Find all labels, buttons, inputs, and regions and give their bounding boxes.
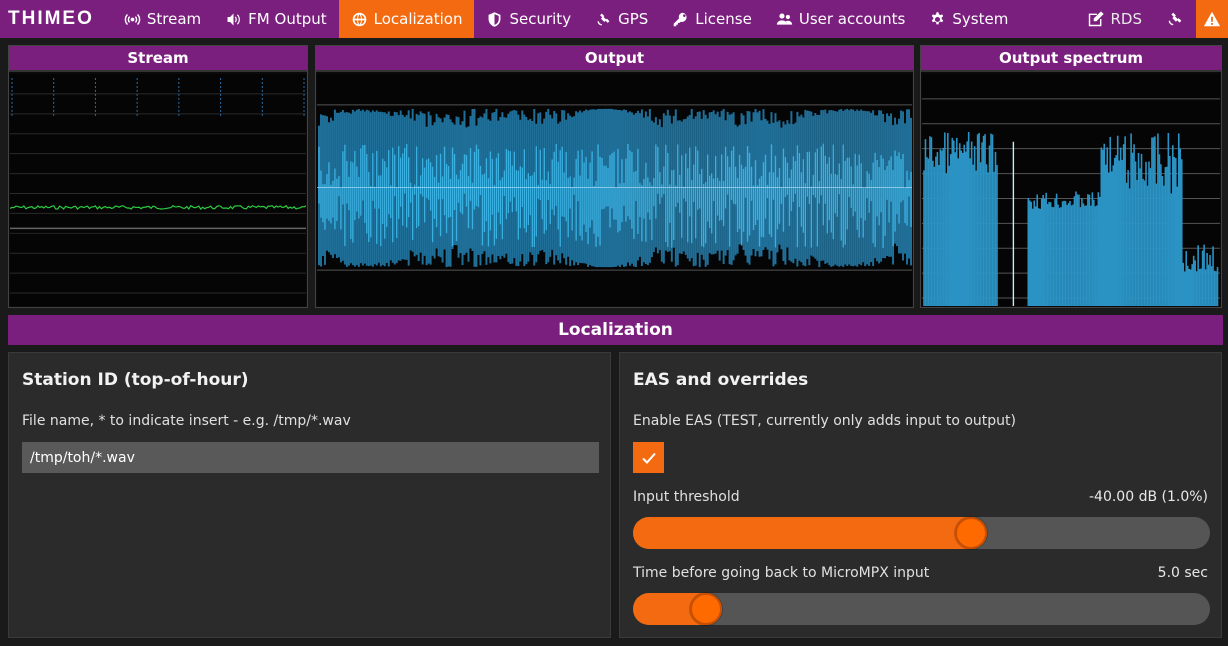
stream-scope-panel: Stream [8,45,308,308]
spectrum-scope-title: Output spectrum [921,46,1221,72]
users-icon [776,13,792,25]
nav-item-fm-output[interactable]: FM Output [213,0,338,38]
enable-eas-label: Enable EAS (TEST, currently only adds in… [633,413,1016,429]
nav-item-system[interactable]: System [917,0,1020,38]
stream-scope-title: Stream [9,46,307,72]
slider-thumb[interactable] [690,593,722,625]
stream-scope-display [10,74,306,306]
file-name-label: File name, * to indicate insert - e.g. /… [22,413,351,429]
broadcast-icon [124,13,141,25]
warning-button[interactable] [1196,0,1228,38]
output-scope-title: Output [316,46,913,72]
key-icon [673,12,687,26]
nav-item-label: GPS [618,10,649,28]
rds-button[interactable]: RDS [1075,0,1155,38]
output-waveform-graph [317,104,912,271]
nav-item-gps[interactable]: GPS [583,0,660,38]
globe-icon [352,12,366,26]
slider-fill [633,517,987,549]
nav-item-user-accounts[interactable]: User accounts [764,0,918,38]
nav-item-label: System [952,10,1009,28]
top-navigation-bar: THIMEO Stream FM Output Localization Sec… [0,0,1228,38]
output-scope-display [317,74,912,306]
shield-icon [489,11,501,27]
nav-item-security[interactable]: Security [474,0,583,38]
return-time-value: 5.0 sec [1157,565,1208,581]
gear-icon [932,11,944,24]
return-time-label: Time before going back to MicroMPX input [633,565,930,581]
input-threshold-slider[interactable] [633,517,1210,549]
nav-item-localization[interactable]: Localization [338,0,475,38]
output-scope-panel: Output [315,45,914,308]
output-spectrum-graph [922,98,1220,306]
speaker-icon [227,13,241,25]
nav-item-stream[interactable]: Stream [112,0,213,38]
file-name-input[interactable] [22,442,599,473]
localization-section-header: Localization [8,315,1223,345]
input-threshold-value: -40.00 dB (1.0%) [1088,489,1208,505]
nav-item-label: User accounts [798,10,906,28]
nav-item-label: FM Output [248,10,327,28]
return-time-slider[interactable] [633,593,1210,625]
slider-thumb[interactable] [955,517,987,549]
station-id-title: Station ID (top-of-hour) [22,370,249,390]
eas-title: EAS and overrides [633,370,809,390]
spectrum-scope-panel: Output spectrum [920,45,1222,308]
nav-item-label: Stream [146,10,202,28]
nav-item-label: Security [509,10,572,28]
thimeo-logo[interactable]: THIMEO [0,8,112,30]
rds-label: RDS [1110,10,1143,28]
satellite-icon [597,13,610,25]
nav-item-license[interactable]: License [660,0,764,38]
nav-item-label: License [695,10,752,28]
edit-icon [1088,11,1104,27]
warning-icon [1203,11,1221,27]
enable-eas-checkbox[interactable] [633,442,664,473]
nav-item-label: Localization [373,10,463,28]
checkmark-icon [641,452,656,464]
spectrum-scope-display [922,74,1220,306]
stream-level-trace [10,204,306,211]
station-id-card: Station ID (top-of-hour) File name, * to… [8,352,611,638]
input-threshold-label: Input threshold [633,489,740,505]
satellite-icon [1168,12,1182,26]
eas-card: EAS and overrides Enable EAS (TEST, curr… [619,352,1222,638]
stream-scope-graph [10,77,306,294]
reconnect-button[interactable] [1154,0,1196,38]
